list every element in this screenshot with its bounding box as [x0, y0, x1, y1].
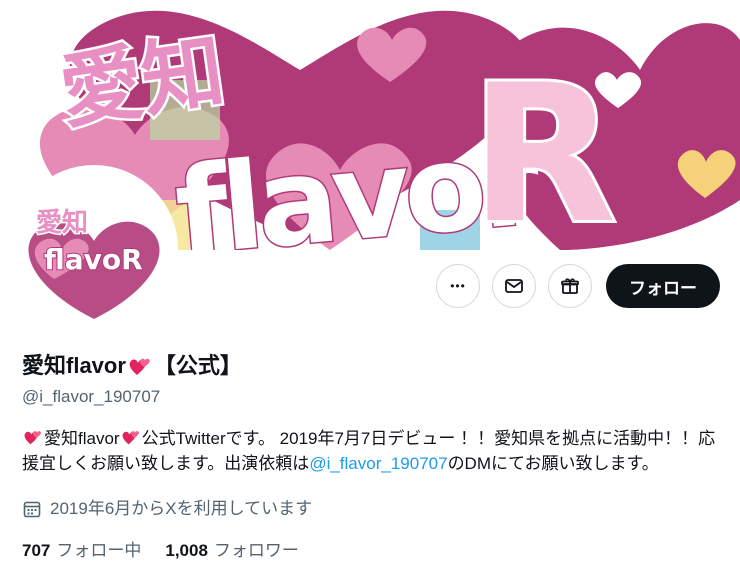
joined-date-text: 2019年6月からXを利用しています: [50, 499, 313, 518]
profile-bio: 愛知flavor 公式Twitterです。 2019年7月7日デビュー ！！愛知県…: [22, 426, 722, 476]
user-handle: @i_flavor_190707: [22, 387, 161, 406]
gift-icon: [561, 278, 579, 294]
profile-avatar[interactable]: 愛知 flavoR: [10, 165, 178, 333]
avatar-title-main: flavoR: [44, 243, 143, 276]
display-name-suffix: 【公式】: [153, 353, 242, 378]
avatar-title-jp: 愛知: [36, 208, 88, 238]
following-count: 707: [22, 541, 51, 560]
calendar-icon: [23, 501, 41, 518]
follow-button[interactable]: フォロー: [606, 264, 720, 308]
two-hearts-emoji-icon: [129, 358, 150, 375]
avatar-artwork: 愛知 flavoR: [14, 169, 174, 329]
followers-count: 1,008: [165, 541, 208, 560]
envelope-icon: [505, 279, 523, 293]
follow-stats: 707 フォロー中 1,008 フォロワー: [22, 540, 722, 562]
followers-link[interactable]: 1,008 フォロワー: [165, 540, 299, 562]
profile-info: 愛知flavor 【公式】 @i_flavor_190707 愛知flavor 公…: [22, 352, 722, 562]
subscribe-gift-button[interactable]: [548, 264, 592, 308]
display-name-text: 愛知flavor: [22, 353, 126, 378]
more-button[interactable]: •••: [436, 264, 480, 308]
joined-date: 2019年6月からXを利用しています: [22, 498, 722, 520]
following-label: フォロー中: [56, 541, 142, 560]
profile-actions: ••• フォロー: [436, 264, 720, 308]
following-link[interactable]: 707 フォロー中: [22, 540, 141, 562]
banner-title-r: R: [470, 44, 616, 250]
display-name: 愛知flavor 【公式】: [22, 352, 722, 380]
more-icon: •••: [450, 279, 466, 293]
bio-text-1: 愛知flavor: [44, 429, 120, 448]
bio-text-3: のDMにてお願い致します。: [447, 454, 659, 473]
followers-label: フォロワー: [213, 541, 299, 560]
bio-mention-link[interactable]: @i_flavor_190707: [309, 454, 447, 473]
two-hearts-emoji-icon: [122, 431, 139, 445]
message-button[interactable]: [492, 264, 536, 308]
two-hearts-emoji-icon: [24, 431, 41, 445]
